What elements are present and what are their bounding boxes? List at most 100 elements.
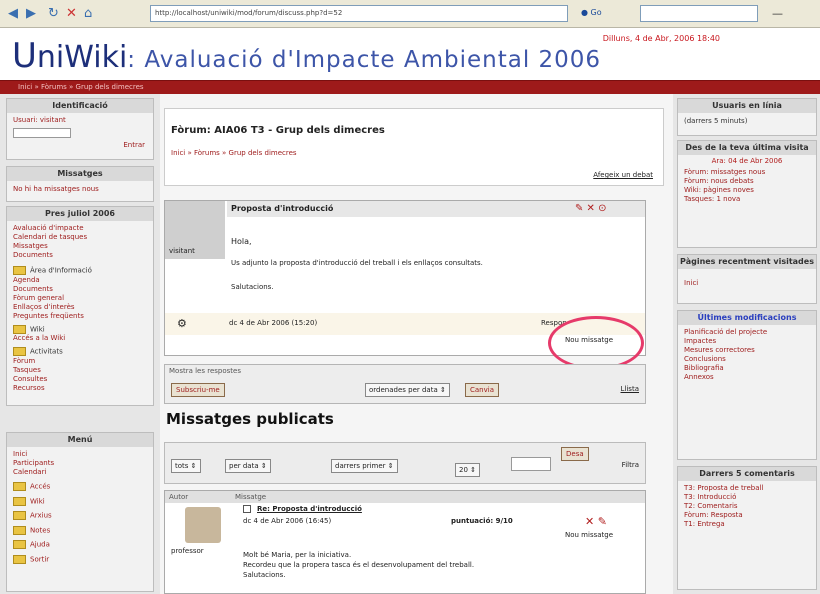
save-filter-button[interactable]: Desa	[561, 447, 589, 461]
order-select[interactable]: ordenades per data ⇕	[365, 383, 450, 397]
menu-folder[interactable]: Accés	[13, 482, 147, 492]
wiki-change-link[interactable]: Planificació del projecte	[684, 328, 810, 337]
recent-pages-title: Pàgines recentment visitades	[678, 255, 816, 269]
reply-body-line: Recordeu que la propera tasca és el dese…	[243, 561, 475, 569]
reply-author[interactable]: professor	[171, 547, 204, 555]
filter-text-input[interactable]	[511, 457, 551, 471]
table-header-author: Autor	[169, 493, 189, 501]
header-date: Dilluns, 4 de Abr, 2006 18:40	[602, 34, 720, 43]
forum-path[interactable]: Inici » Fòrums » Grup dels dimecres	[171, 149, 297, 157]
change-button[interactable]: Canvia	[465, 383, 499, 397]
folder-item[interactable]: Àrea d'Informació	[13, 266, 147, 276]
comment-link[interactable]: T3: Proposta de treball	[684, 484, 810, 493]
folder-link[interactable]: Tasques	[13, 366, 147, 375]
menu-folder[interactable]: Notes	[13, 525, 147, 536]
site-subtitle: : Avaluació d'Impacte Ambiental 2006	[127, 47, 602, 73]
breadcrumb[interactable]: Inici » Fòrums » Grup dels dimecres	[18, 83, 144, 91]
last-visit-link[interactable]: Tasques: 1 nova	[684, 195, 810, 204]
messages-link[interactable]: No hi ha missatges nous	[7, 181, 153, 198]
folder-link[interactable]: Documents	[13, 285, 147, 294]
wiki-change-link[interactable]: Mesures correctores	[684, 346, 810, 355]
right-sidebar: Usuaris en línia (darrers 5 minuts) Des …	[673, 94, 820, 594]
forward-arrow-icon[interactable]: ▶	[26, 7, 36, 20]
folder-link[interactable]: Recursos	[13, 384, 147, 393]
logo-text: niWiki	[36, 40, 128, 75]
edit-icon[interactable]: ✎ ✕ ⊙	[575, 203, 607, 214]
folder-link[interactable]: Enllaços d'interès	[13, 303, 147, 312]
back-arrow-icon[interactable]: ◀	[8, 7, 18, 20]
menu-folder[interactable]: Arxius	[13, 511, 147, 521]
menu-title: Menú	[7, 433, 153, 447]
folder-link[interactable]: Accés a la Wiki	[13, 334, 147, 343]
recent-page-link[interactable]: Inici	[678, 269, 816, 288]
calendar-link[interactable]: Missatges	[13, 242, 147, 251]
folder-label: Wiki	[30, 325, 45, 333]
select-checkbox[interactable]	[243, 505, 251, 513]
menu-block: Menú Inici Participants Calendari Accés …	[6, 432, 154, 592]
menu-link[interactable]: Participants	[13, 459, 147, 468]
online-users-link[interactable]: (darrers 5 minuts)	[678, 113, 816, 130]
login-button[interactable]: Entrar	[123, 141, 145, 149]
folder-link[interactable]: Preguntes freqüents	[13, 312, 147, 321]
calendar-link[interactable]: Calendari de tasques	[13, 233, 147, 242]
filter-select[interactable]: darrers primer ⇕	[331, 459, 398, 473]
list-link[interactable]: Llista	[621, 385, 639, 393]
last-visit-link[interactable]: Wiki: pàgines noves	[684, 186, 810, 195]
calendar-link[interactable]: Avaluació d'impacte	[13, 224, 147, 233]
folder-icon	[13, 482, 26, 491]
comment-link[interactable]: T2: Comentaris	[684, 502, 810, 511]
post-body-line: Hola,	[231, 237, 252, 246]
folder-item[interactable]: Activitats	[13, 347, 147, 357]
post-author[interactable]: visitant	[169, 247, 195, 255]
messages-block: Missatges No hi ha missatges nous	[6, 166, 154, 202]
wiki-change-link[interactable]: Bibliografia	[684, 364, 810, 373]
folder-icon	[13, 554, 26, 564]
login-text: Usuari: visitant	[13, 116, 66, 124]
folder-item[interactable]: Wiki	[13, 324, 147, 335]
filter-select[interactable]: 20 ⇕	[455, 463, 481, 477]
filter-select[interactable]: per data ⇕	[225, 459, 271, 473]
wiki-change-link[interactable]: Impactes	[684, 337, 810, 346]
address-bar[interactable]: http://localhost/uniwiki/mod/forum/discu…	[150, 5, 568, 22]
go-button[interactable]: ● Go	[578, 5, 612, 22]
folder-link[interactable]: Fòrum	[13, 357, 147, 366]
comment-link[interactable]: Fòrum: Resposta	[684, 511, 810, 520]
post-body-line: Us adjunto la proposta d'introducció del…	[231, 259, 483, 267]
filter-select-value: tots	[175, 462, 189, 470]
avatar[interactable]	[185, 507, 221, 543]
calendar-link[interactable]: Documents	[13, 251, 147, 260]
new-discussion-link[interactable]: Afegeix un debat	[593, 171, 653, 179]
delete-icon[interactable]: ✕ ✎	[585, 515, 607, 528]
menu-folder[interactable]: Ajuda	[13, 540, 147, 550]
password-field[interactable]	[13, 128, 71, 138]
filter-select-value: 20	[459, 466, 468, 474]
folder-link[interactable]: Consultes	[13, 375, 147, 384]
comment-link[interactable]: T1: Entrega	[684, 520, 810, 529]
filter-select-value: per data	[229, 462, 259, 470]
menu-folder[interactable]: Sortir	[13, 554, 147, 565]
filter-select[interactable]: tots ⇕	[171, 459, 201, 473]
menu-folder-label: Sortir	[30, 555, 50, 563]
stop-icon[interactable]: ✕	[66, 7, 77, 20]
wiki-change-link[interactable]: Conclusions	[684, 355, 810, 364]
home-icon[interactable]: ⌂	[84, 7, 92, 20]
reply-subject[interactable]: Re: Proposta d'introducció	[257, 505, 362, 513]
folder-link[interactable]: Fòrum general	[13, 294, 147, 303]
menu-folder[interactable]: Wiki	[13, 496, 147, 507]
menu-link[interactable]: Calendari	[13, 468, 147, 477]
minimize-icon[interactable]: —	[772, 7, 783, 20]
reply-new-message[interactable]: Nou missatge	[565, 531, 613, 539]
last-visit-date: Ara: 04 de Abr 2006	[711, 157, 783, 165]
order-select-value: ordenades per data	[369, 386, 438, 394]
reload-icon[interactable]: ↻	[48, 7, 59, 20]
user-icon[interactable]: ⚙	[177, 317, 187, 330]
subscribe-button[interactable]: Subscriu-me	[171, 383, 225, 397]
last-visit-link[interactable]: Fòrum: nous debats	[684, 177, 810, 186]
comment-link[interactable]: T3: Introducció	[684, 493, 810, 502]
last-visit-link[interactable]: Fòrum: missatges nous	[684, 168, 810, 177]
wiki-change-link[interactable]: Annexos	[684, 373, 810, 382]
folder-link[interactable]: Agenda	[13, 276, 147, 285]
search-input[interactable]	[640, 5, 758, 22]
site-logo[interactable]: UniWiki: Avaluació d'Impacte Ambiental 2…	[12, 38, 601, 78]
menu-link[interactable]: Inici	[13, 450, 147, 459]
